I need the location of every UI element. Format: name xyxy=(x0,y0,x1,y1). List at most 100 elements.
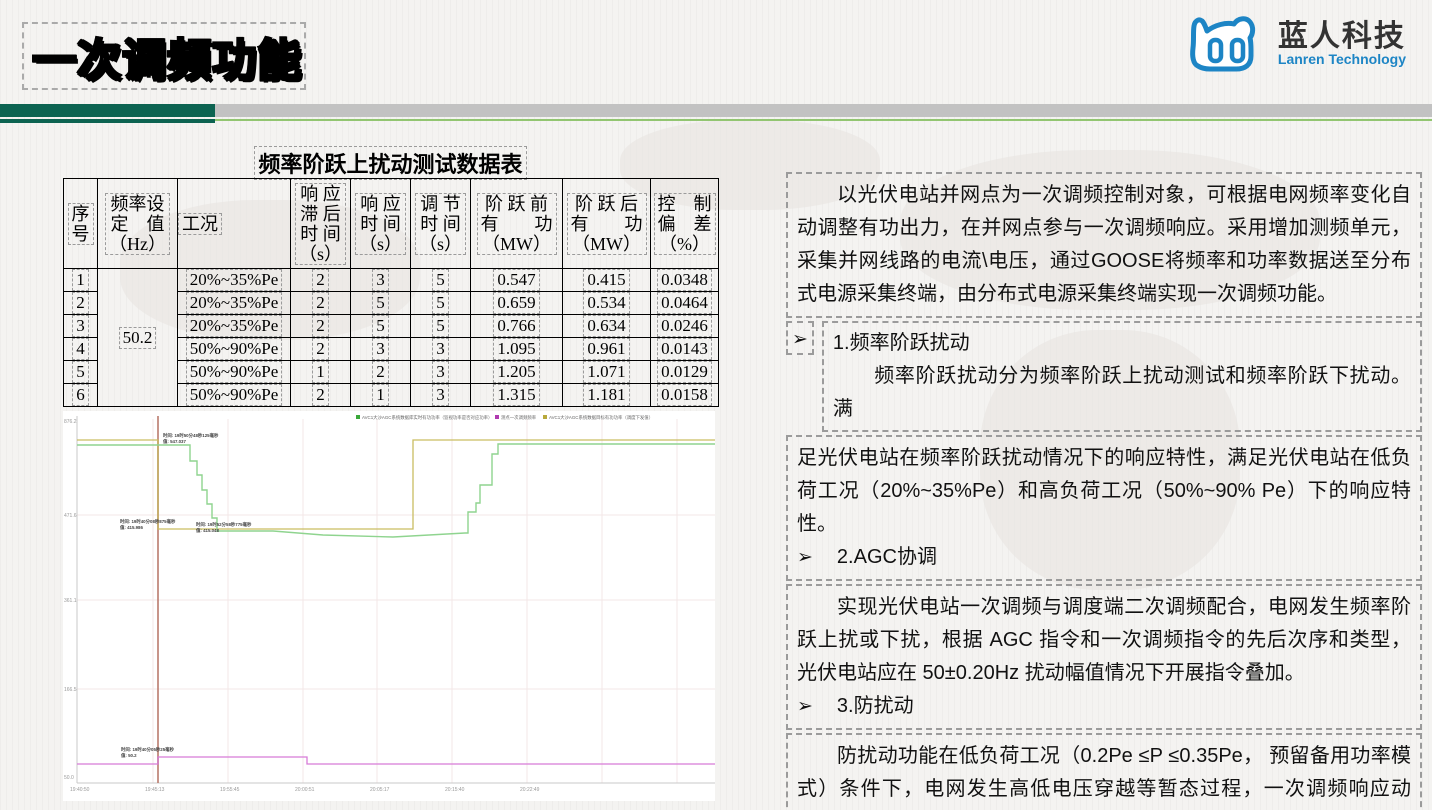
cell-dev: 0.0143 xyxy=(657,338,712,360)
slide-title-box: 一次调频功能 xyxy=(22,22,306,90)
col-adj: 调 节 时 间 （s） xyxy=(415,193,466,255)
svg-text:19:55:45: 19:55:45 xyxy=(220,787,240,793)
cell-seq: 2 xyxy=(72,292,89,314)
trend-chart-svg: 876.2 471.6 361.1 166.5 50.0 19:40:50 19… xyxy=(63,411,715,801)
intro-paragraph: 以光伏电站并网点为一次调频控制对象，可根据电网频率变化自动调整有功出力，在并网点… xyxy=(797,179,1411,311)
cell-lag: 2 xyxy=(312,292,329,314)
cell-after: 0.961 xyxy=(583,338,629,360)
svg-text:20:05:17: 20:05:17 xyxy=(370,787,390,793)
company-logo: 蓝人科技 Lanren Technology xyxy=(1188,12,1406,76)
cell-dev: 0.0348 xyxy=(657,269,712,291)
col-lag: 响 应 滞 后 时 间 （s） xyxy=(295,183,346,265)
svg-text:50.0: 50.0 xyxy=(64,775,74,781)
annotation-value: 值: 547.037 xyxy=(163,438,187,445)
annotation-value: 值: 415.048 xyxy=(196,527,220,534)
arrow-bullet-icon: ➢ xyxy=(797,541,813,574)
cell-adj: 3 xyxy=(432,361,449,383)
logo-name-en: Lanren Technology xyxy=(1278,52,1406,67)
right-text-panel: 以光伏电站并网点为一次调频控制对象，可根据电网频率变化自动调整有功出力，在并网点… xyxy=(786,172,1422,810)
trend-chart: 876.2 471.6 361.1 166.5 50.0 19:40:50 19… xyxy=(63,411,715,801)
logo-name-cn: 蓝人科技 xyxy=(1278,21,1406,53)
svg-text:876.2: 876.2 xyxy=(64,419,77,425)
cell-condition: 50%~90%Pe xyxy=(186,338,283,360)
cell-adj: 3 xyxy=(432,384,449,406)
svg-text:361.1: 361.1 xyxy=(64,598,77,604)
col-after: 阶 跃 后 有 功 （MW） xyxy=(567,193,647,255)
cell-lag: 2 xyxy=(312,269,329,291)
col-dev: 控 制 偏 差 （%） xyxy=(654,193,716,255)
cell-adj: 5 xyxy=(432,269,449,291)
annotation-time: 时间: 19时52分58秒775毫秒 xyxy=(196,521,252,528)
header-divider-underline xyxy=(0,119,1432,123)
cell-condition: 50%~90%Pe xyxy=(186,361,283,383)
cell-lag: 2 xyxy=(312,315,329,337)
cell-seq: 5 xyxy=(72,361,89,383)
arrow-bullet-icon: ➢ xyxy=(786,321,814,355)
cell-dev: 0.0246 xyxy=(657,315,712,337)
cell-resp: 5 xyxy=(372,292,389,314)
cell-after: 0.415 xyxy=(583,269,629,291)
cell-adj: 5 xyxy=(432,315,449,337)
col-resp: 响 应 时 间 （s） xyxy=(355,193,406,255)
test-data-table: 序 号 频率设 定 值 （Hz） 工况 响 应 滞 后 时 间 （s） 响 应 … xyxy=(63,178,719,407)
svg-text:19:40:50: 19:40:50 xyxy=(70,787,90,793)
section1-block: 1.频率阶跃扰动 频率阶跃扰动分为频率阶跃上扰动测试和频率阶跃下扰动。满 xyxy=(822,321,1422,432)
section2-block: 实现光伏电站一次调频与调度端二次调频配合，电网发生频率阶跃上扰或下扰，根据 AG… xyxy=(786,584,1422,730)
cell-resp: 1 xyxy=(372,384,389,406)
table-row: 1 50.2 20%~35%Pe 2 3 5 0.547 0.415 0.034… xyxy=(64,269,719,292)
annotation-value: 值: 415.986 xyxy=(120,524,144,531)
header-divider-bar xyxy=(0,104,1432,117)
cell-condition: 50%~90%Pe xyxy=(186,384,283,406)
section3-block: 防扰动功能在低负荷工况（0.2Pe ≤P ≤0.35Pe， 预留备用功率模式）条… xyxy=(786,733,1422,810)
legend-item: 测点一次调频频率 xyxy=(501,414,537,421)
cell-dev: 0.0129 xyxy=(657,361,712,383)
legend-item: AVC1大沙AGC系统数据目标有功功率（调度下发值） xyxy=(549,414,653,421)
legend-item: AVC1大沙AGC系统数据库实时有功功率（监视功率是否对应功率） xyxy=(362,414,492,421)
section2-body: 实现光伏电站一次调频与调度端二次调频配合，电网发生频率阶跃上扰或下扰，根据 AG… xyxy=(797,591,1411,690)
cell-after: 1.071 xyxy=(583,361,629,383)
cell-before: 1.205 xyxy=(493,361,539,383)
intro-paragraph-block: 以光伏电站并网点为一次调频控制对象，可根据电网频率变化自动调整有功出力，在并网点… xyxy=(786,172,1422,318)
cell-adj: 5 xyxy=(432,292,449,314)
annotation-time: 时间: 19时40分08秒875毫秒 xyxy=(120,518,176,525)
section1-continuation-block: 足光伏电站在频率阶跃扰动情况下的响应特性，满足光伏电站在低负荷工况（20%~35… xyxy=(786,435,1422,581)
cell-before: 1.315 xyxy=(493,384,539,406)
cell-adj: 3 xyxy=(432,338,449,360)
svg-text:19:45:13: 19:45:13 xyxy=(145,787,165,793)
section3-title: 3.防扰动 xyxy=(837,690,914,723)
table-title: 频率阶跃上扰动测试数据表 xyxy=(63,146,718,180)
cell-resp: 5 xyxy=(372,315,389,337)
cell-after: 0.634 xyxy=(583,315,629,337)
cell-after: 0.534 xyxy=(583,292,629,314)
table-header-row: 序 号 频率设 定 值 （Hz） 工况 响 应 滞 后 时 间 （s） 响 应 … xyxy=(64,179,719,269)
annotation-time: 时间: 19时50分48秒125毫秒 xyxy=(163,432,219,439)
lanren-logo-icon xyxy=(1188,12,1268,76)
annotation-value: 值: 50.2 xyxy=(121,752,137,759)
cell-seq: 6 xyxy=(72,384,89,406)
section1-row: ➢ 1.频率阶跃扰动 频率阶跃扰动分为频率阶跃上扰动测试和频率阶跃下扰动。满 xyxy=(786,321,1422,432)
cell-before: 1.095 xyxy=(493,338,539,360)
cell-lag: 2 xyxy=(312,384,329,406)
arrow-bullet-icon: ➢ xyxy=(797,690,813,723)
col-before: 阶 跃 前 有 功 （MW） xyxy=(477,193,557,255)
cell-condition: 20%~35%Pe xyxy=(186,292,283,314)
col-condition: 工况 xyxy=(178,213,222,235)
svg-text:20:15:40: 20:15:40 xyxy=(445,787,465,793)
cell-lag: 1 xyxy=(312,361,329,383)
svg-text:20:22:49: 20:22:49 xyxy=(520,787,540,793)
svg-text:471.6: 471.6 xyxy=(64,513,77,519)
cell-seq: 3 xyxy=(72,315,89,337)
slide: 一次调频功能 蓝人科技 Lanren Technology 频率阶跃上扰动测试数… xyxy=(0,0,1432,810)
cell-resp: 2 xyxy=(372,361,389,383)
cell-resp: 3 xyxy=(372,338,389,360)
cell-condition: 20%~35%Pe xyxy=(186,315,283,337)
section1-continuation: 足光伏电站在频率阶跃扰动情况下的响应特性，满足光伏电站在低负荷工况（20%~35… xyxy=(797,442,1411,541)
page-title: 一次调频功能 xyxy=(32,24,302,88)
col-freq: 频率设 定 值 （Hz） xyxy=(105,193,170,255)
annotation-time: 时间: 19时40分05秒25毫秒 xyxy=(121,746,175,753)
section2-title: 2.AGC协调 xyxy=(837,541,937,574)
cell-lag: 2 xyxy=(312,338,329,360)
cell-condition: 20%~35%Pe xyxy=(186,269,283,291)
svg-text:166.5: 166.5 xyxy=(64,687,77,693)
cell-resp: 3 xyxy=(372,269,389,291)
